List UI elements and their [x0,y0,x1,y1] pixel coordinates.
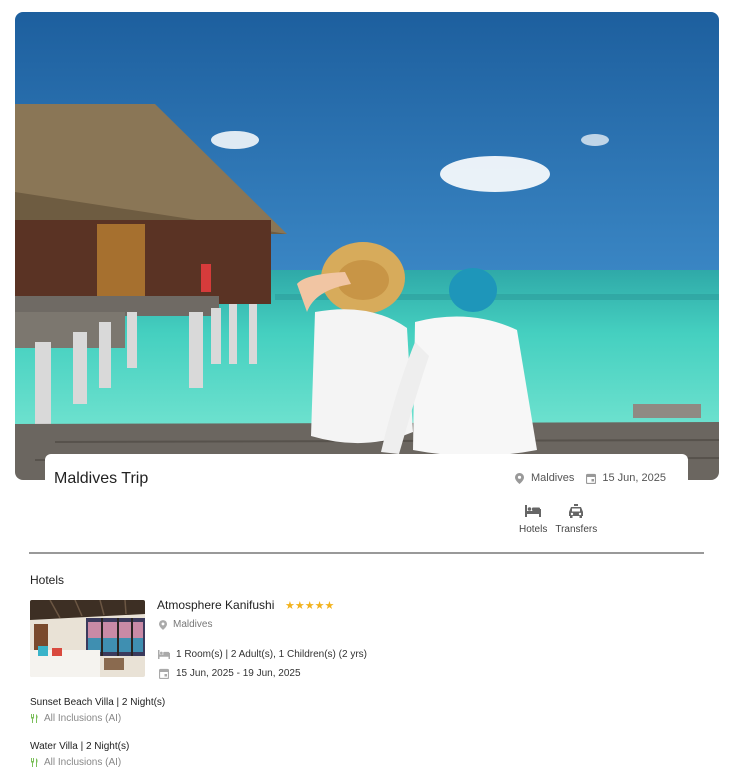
taxi-icon [568,502,584,520]
location-pin-icon [515,472,525,484]
fork-knife-icon [30,714,39,723]
inclusion-text: All Inclusions (AI) [44,713,122,724]
trip-date: 15 Jun, 2025 [602,472,666,484]
fork-knife-icon [30,758,39,767]
hotel-stay-dates: 15 Jun, 2025 - 19 Jun, 2025 [158,668,301,679]
hotel-rooms-guests: 1 Room(s) | 2 Adult(s), 1 Children(s) (2… [158,649,367,660]
stay-dates-text: 15 Jun, 2025 - 19 Jun, 2025 [176,668,301,679]
rooms-guests-text: 1 Room(s) | 2 Adult(s), 1 Children(s) (2… [176,649,367,660]
room-item: Sunset Beach Villa | 2 Night(s) [30,697,166,708]
room-inclusion: All Inclusions (AI) [30,713,121,724]
section-divider [29,552,704,554]
inclusion-text: All Inclusions (AI) [44,757,122,768]
calendar-icon [586,472,597,484]
calendar-icon [158,668,170,679]
room-item: Water Villa | 2 Night(s) [30,741,130,752]
service-label: Transfers [555,524,598,535]
trip-location: Maldives [530,472,575,484]
hero-image [15,12,719,480]
trip-title: Maldives Trip [54,470,149,487]
hotel-location: Maldives [159,619,212,630]
location-pin-icon [159,619,167,630]
service-hotels[interactable]: Hotels [519,502,547,535]
room-inclusion: All Inclusions (AI) [30,757,121,768]
trip-meta: Maldives 15 Jun, 2025 [515,472,666,484]
service-label: Hotels [519,524,548,535]
hotel-location-text: Maldives [173,619,213,630]
hotel-star-rating: ★★★★★ [285,600,335,612]
trip-services: Hotels Transfers [519,502,597,535]
hotel-name[interactable]: Atmosphere Kanifushi [157,598,274,612]
trip-summary-card: Maldives Trip Maldives 15 Jun, 2025 Hote… [45,454,688,546]
bed-icon [158,650,170,659]
service-transfers[interactable]: Transfers [555,502,597,535]
hotel-thumbnail[interactable] [30,600,145,677]
bed-icon [525,502,542,520]
hotels-section-title: Hotels [30,573,65,587]
